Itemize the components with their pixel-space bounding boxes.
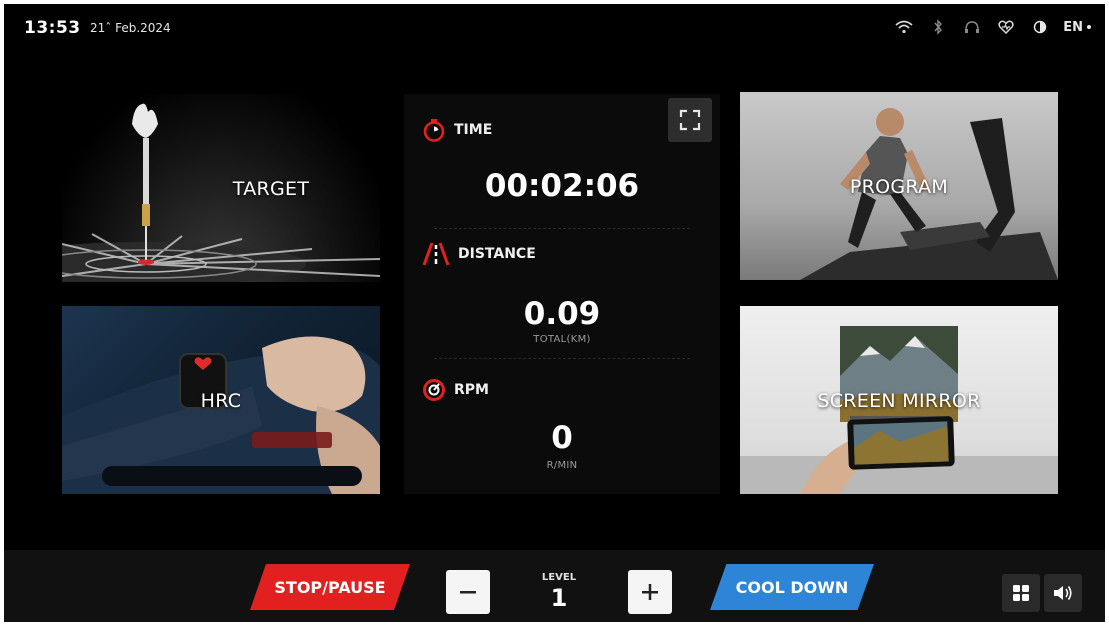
- time-value: 00:02:06: [484, 168, 640, 204]
- rpm-label: RPM: [454, 382, 489, 398]
- stop-pause-button[interactable]: STOP/PAUSE: [250, 564, 410, 610]
- rpm-gauge-icon: [423, 379, 445, 401]
- language-selector[interactable]: EN: [1057, 20, 1091, 35]
- target-label: TARGET: [232, 178, 310, 200]
- hrc-label: HRC: [200, 390, 242, 412]
- distance-value: 0.09: [523, 296, 601, 332]
- level-value: 1: [550, 584, 568, 612]
- time-label: TIME: [454, 122, 493, 138]
- hrc-tile[interactable]: HRC: [62, 306, 380, 494]
- grid-icon: [1013, 585, 1029, 601]
- headphones-icon[interactable]: [955, 14, 989, 40]
- date: 21ˆ Feb.2024: [90, 21, 171, 35]
- divider: [434, 358, 690, 359]
- clock: 13:53: [24, 18, 81, 38]
- cool-down-button[interactable]: COOL DOWN: [710, 564, 874, 610]
- workout-metrics-panel: TIME 00:02:06 DISTANCE 0.09 TOTAL(KM) RP…: [404, 94, 720, 494]
- language-label: EN: [1063, 19, 1083, 35]
- level-decrease-button[interactable]: [446, 570, 490, 614]
- distance-unit: TOTAL(KM): [533, 334, 591, 345]
- volume-button[interactable]: [1044, 574, 1082, 612]
- chevron-down-icon: [1087, 25, 1091, 29]
- console-screen: 13:53 21ˆ Feb.2024 EN TARGET HRC PROGRAM…: [4, 4, 1105, 622]
- program-tile[interactable]: PROGRAM: [740, 92, 1058, 280]
- distance-header: DISTANCE: [422, 242, 536, 266]
- fullscreen-button[interactable]: [668, 98, 712, 142]
- bluetooth-icon[interactable]: [921, 14, 955, 40]
- program-label: PROGRAM: [849, 176, 949, 198]
- apps-button[interactable]: [1002, 574, 1040, 612]
- contrast-icon[interactable]: [1023, 14, 1057, 40]
- level-label: LEVEL: [541, 572, 577, 583]
- status-icons: EN: [887, 14, 1091, 40]
- time-header: TIME: [422, 118, 492, 142]
- speaker-icon: [1054, 586, 1072, 600]
- rpm-header: RPM: [422, 378, 489, 402]
- minus-icon: [460, 591, 476, 594]
- status-bar: 13:53 21ˆ Feb.2024 EN: [4, 4, 1105, 52]
- target-tile[interactable]: TARGET: [62, 94, 380, 282]
- distance-label: DISTANCE: [458, 246, 536, 262]
- fullscreen-icon: [679, 109, 701, 131]
- divider: [434, 228, 690, 229]
- screen-mirror-label: SCREEN MIRROR: [817, 390, 981, 412]
- rpm-value: 0: [551, 420, 573, 456]
- wifi-icon[interactable]: [887, 14, 921, 40]
- road-icon: [422, 242, 450, 266]
- screen-mirror-tile[interactable]: SCREEN MIRROR: [740, 306, 1058, 494]
- heart-rate-icon[interactable]: [989, 14, 1023, 40]
- level-increase-button[interactable]: [628, 570, 672, 614]
- plus-icon: [642, 584, 658, 600]
- stopwatch-icon: [423, 119, 445, 142]
- control-bar: STOP/PAUSE LEVEL 1 COOL DOWN: [4, 550, 1105, 622]
- rpm-unit: R/MIN: [546, 460, 578, 471]
